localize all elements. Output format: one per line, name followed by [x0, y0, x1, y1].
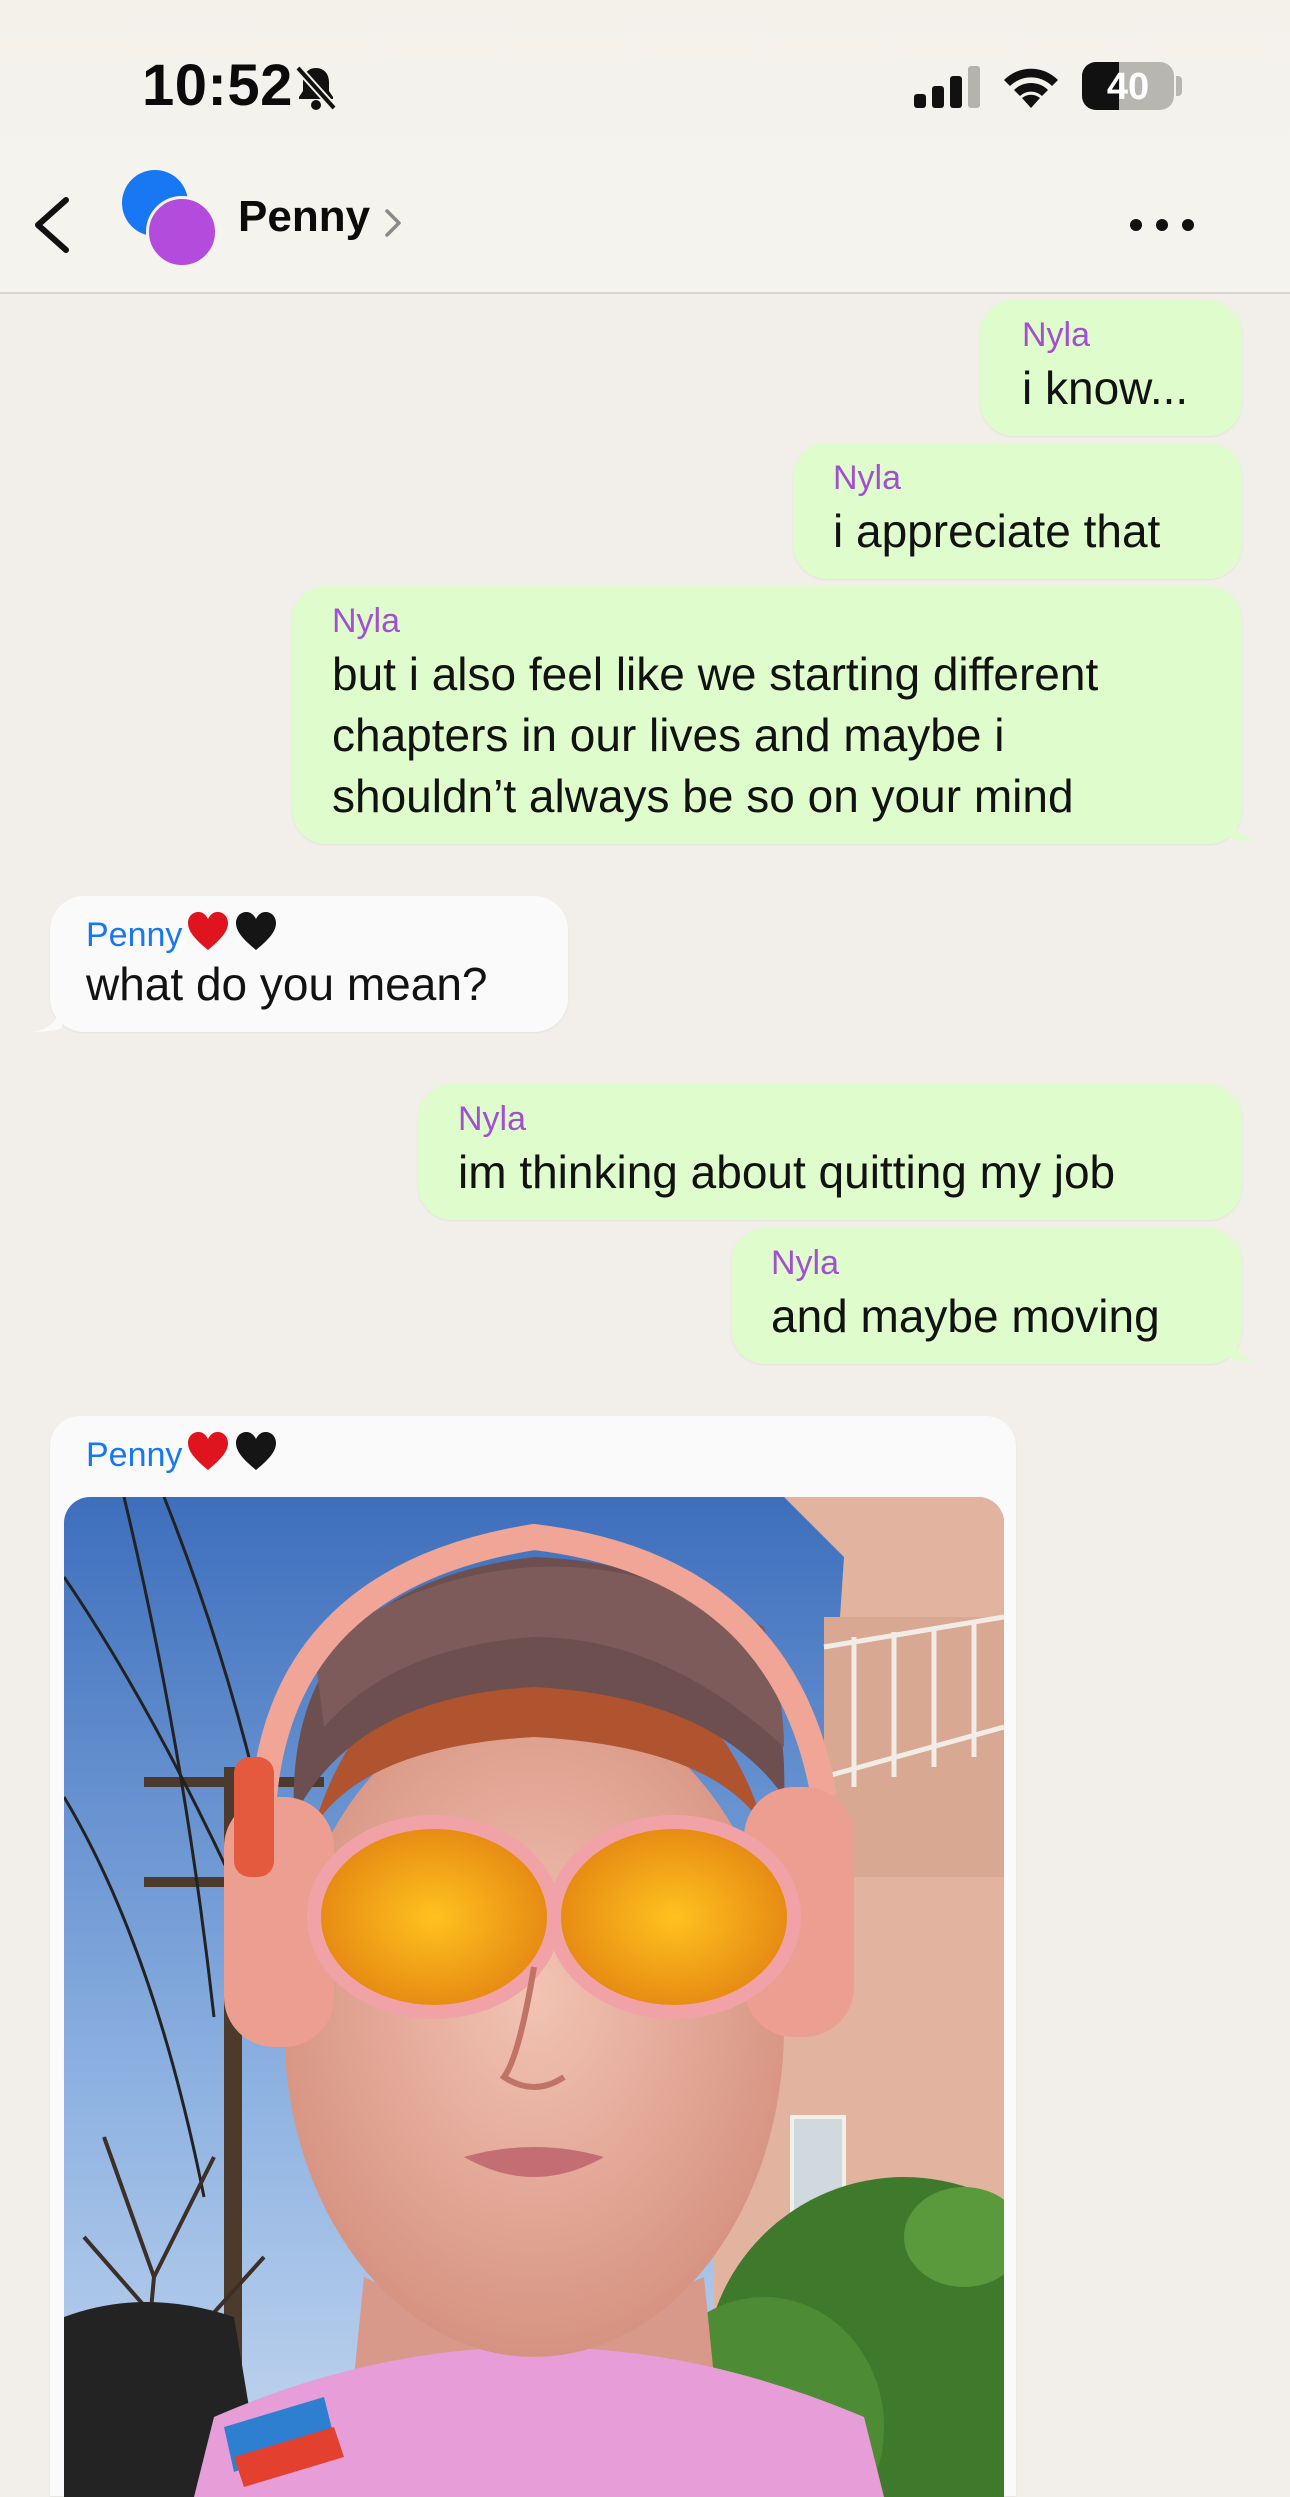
battery-nub [1176, 76, 1182, 96]
avatar-circle-purple [146, 196, 218, 268]
chat-header: Penny [0, 150, 1290, 294]
status-bar: 10:52 40 [0, 0, 1290, 170]
bell-muted-icon [295, 65, 337, 111]
cellular-signal-icon [914, 66, 980, 108]
red-heart-icon [188, 1432, 229, 1470]
message-text: shouldn’t always be so on your mind [332, 770, 1074, 822]
black-heart-icon [236, 1432, 277, 1470]
bubble-tail [32, 1002, 62, 1032]
more-options-button[interactable] [1122, 200, 1202, 250]
message-text: what do you mean? [86, 958, 488, 1010]
wifi-icon [1004, 68, 1058, 108]
avatar[interactable] [120, 170, 220, 270]
sender-name: Penny [86, 1430, 278, 1475]
bubble-tail [1230, 812, 1260, 842]
sender-name: Nyla [833, 459, 902, 497]
message-text: and maybe moving [771, 1290, 1160, 1342]
status-time: 10:52 [142, 53, 293, 118]
sender-name-text: Penny [86, 916, 183, 954]
message-bubble[interactable]: Nyla i appreciate that [793, 443, 1242, 579]
sender-name: Nyla [332, 602, 401, 640]
message-text: i know... [1022, 362, 1189, 414]
message-bubble[interactable]: Nyla and maybe moving [731, 1228, 1242, 1364]
sender-name-text: Penny [86, 1436, 183, 1474]
red-heart-icon [188, 912, 229, 950]
contact-name[interactable]: Penny [238, 192, 370, 242]
sender-name: Nyla [458, 1100, 527, 1138]
battery-indicator: 40 [1082, 62, 1174, 110]
bubble-tail [1230, 1332, 1260, 1362]
chevron-right-icon[interactable] [382, 206, 404, 240]
message-bubble[interactable]: Nyla but i also feel like we starting di… [292, 586, 1242, 844]
message-text: but i also feel like we starting differe… [332, 648, 1099, 700]
message-bubble[interactable]: Nyla im thinking about quitting my job [418, 1084, 1242, 1220]
photo-attachment[interactable] [64, 1497, 1004, 2497]
black-heart-icon [236, 912, 277, 950]
message-text: chapters in our lives and maybe i [332, 709, 1005, 761]
sender-name: Penny [86, 910, 278, 955]
message-text: im thinking about quitting my job [458, 1146, 1116, 1198]
message-bubble[interactable]: Penny what do you mean? [50, 896, 568, 1032]
back-button[interactable] [24, 190, 84, 260]
sender-name: Nyla [1022, 316, 1091, 354]
message-bubble[interactable]: Nyla i know... [980, 300, 1242, 436]
battery-percent: 40 [1106, 66, 1150, 108]
message-text: i appreciate that [833, 505, 1161, 557]
sender-name: Nyla [771, 1244, 840, 1282]
